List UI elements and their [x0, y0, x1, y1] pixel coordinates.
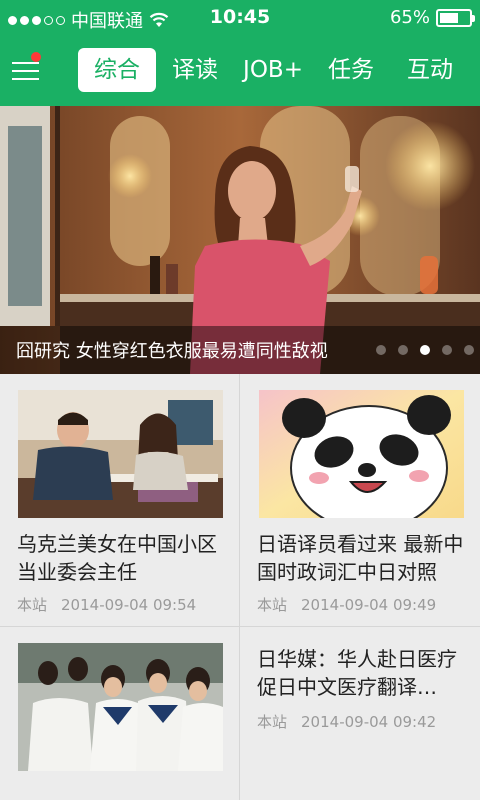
hamburger-menu-icon[interactable]	[12, 52, 42, 86]
article-thumbnail	[259, 390, 464, 518]
top-navigation: 综合 译读 JOB+ 任务 互动	[0, 36, 480, 106]
battery-icon	[436, 8, 475, 27]
carousel-dot[interactable]	[442, 345, 452, 355]
article-title: 乌克兰美女在中国小区当业委会主任	[17, 532, 217, 584]
tab-translation-reading[interactable]: 译读	[164, 48, 226, 92]
tab-job-plus[interactable]: JOB+	[236, 48, 310, 92]
article-card[interactable]	[0, 627, 239, 800]
battery-percent: 65%	[389, 7, 430, 28]
article-card[interactable]: 日语译员看过来 最新中国时政词汇中日对照 本站 2014-09-04 09:49	[240, 374, 479, 626]
article-source: 本站	[257, 596, 288, 614]
article-meta: 本站 2014-09-04 09:54	[17, 594, 210, 615]
banner-carousel[interactable]: 囧研究 女性穿红色衣服最易遭同性敌视	[0, 106, 480, 374]
tab-comprehensive[interactable]: 综合	[78, 48, 156, 92]
status-bar: 中国联通 10:45 65%	[0, 0, 480, 36]
article-thumbnail	[18, 390, 223, 518]
tab-tasks[interactable]: 任务	[319, 48, 383, 92]
article-grid: 乌克兰美女在中国小区当业委会主任 本站 2014-09-04 09:54 日语译…	[0, 374, 480, 800]
article-date: 2014-09-04 09:54	[61, 596, 197, 614]
article-title: 日语译员看过来 最新中国时政词汇中日对照	[257, 532, 464, 584]
article-card[interactable]: 乌克兰美女在中国小区当业委会主任 本站 2014-09-04 09:54	[0, 374, 239, 626]
article-source: 本站	[257, 713, 288, 731]
tab-interaction[interactable]: 互动	[398, 48, 462, 92]
battery-status: 65%	[389, 7, 475, 28]
battery-level	[440, 12, 458, 23]
article-meta: 本站 2014-09-04 09:49	[257, 594, 450, 615]
banner-caption: 囧研究 女性穿红色衣服最易遭同性敌视	[0, 326, 480, 374]
article-date: 2014-09-04 09:42	[301, 713, 437, 731]
article-thumbnail	[18, 643, 223, 771]
carousel-dot-active[interactable]	[420, 345, 430, 355]
carousel-dot[interactable]	[464, 345, 474, 355]
carousel-dot[interactable]	[398, 345, 408, 355]
banner-title: 囧研究 女性穿红色衣服最易遭同性敌视	[16, 341, 328, 362]
carousel-dot[interactable]	[376, 345, 386, 355]
article-source: 本站	[17, 596, 48, 614]
carousel-indicators	[376, 345, 474, 355]
article-date: 2014-09-04 09:49	[301, 596, 437, 614]
article-meta: 本站 2014-09-04 09:42	[257, 711, 450, 732]
article-card[interactable]: 日华媒：华人赴日医疗促日中文医疗翻译… 本站 2014-09-04 09:42	[240, 627, 479, 800]
article-title: 日华媒：华人赴日医疗促日中文医疗翻译…	[257, 647, 457, 699]
notification-dot	[31, 52, 41, 62]
